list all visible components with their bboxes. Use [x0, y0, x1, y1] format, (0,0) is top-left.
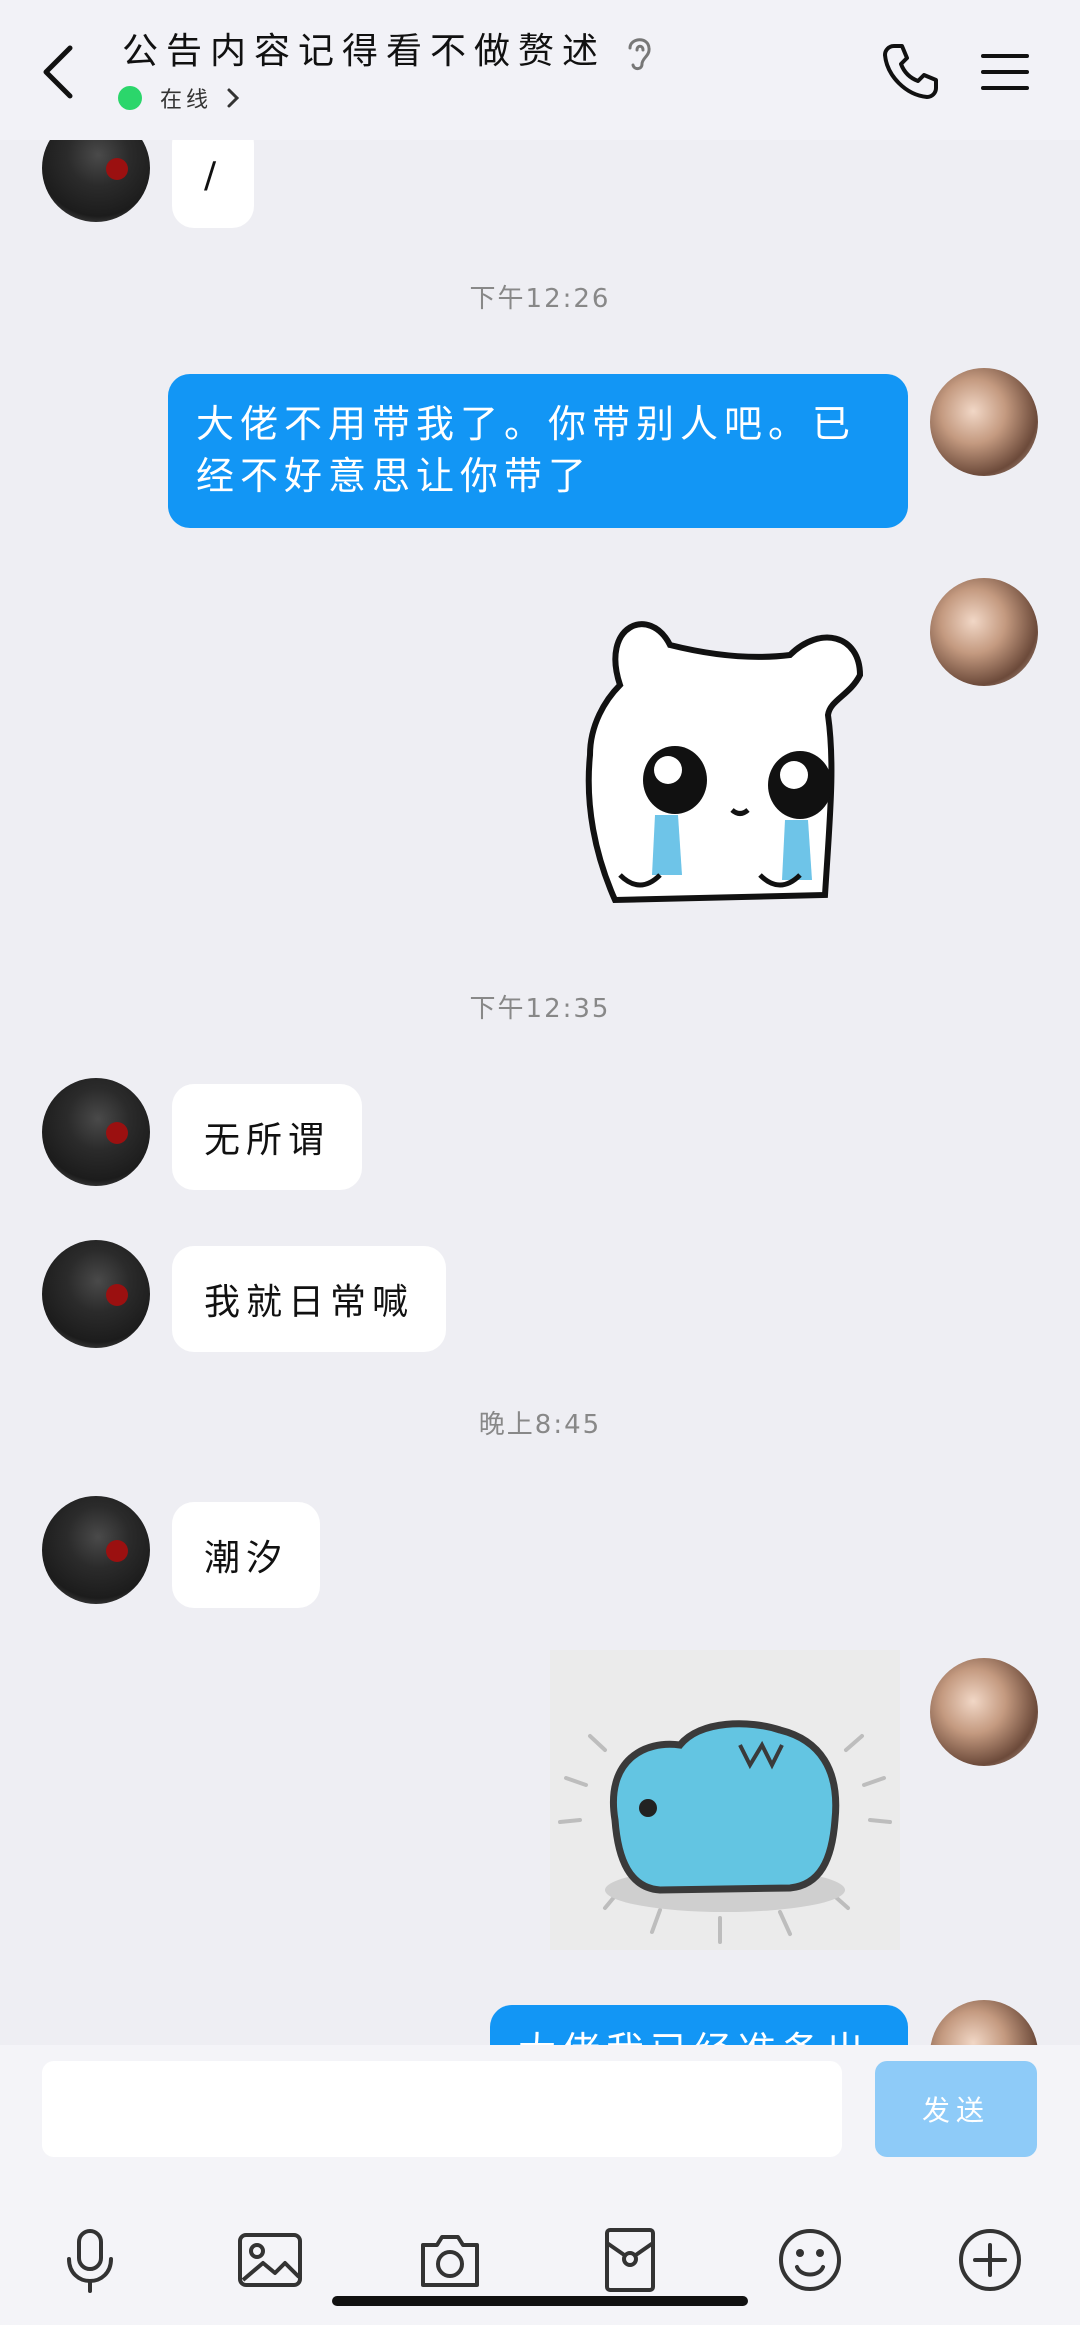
contact-avatar[interactable] [42, 1078, 150, 1186]
ear-icon [628, 38, 651, 71]
message-text: 潮汐 [204, 1538, 289, 1579]
my-avatar[interactable] [930, 2000, 1038, 2045]
message-bubble-incoming[interactable]: 潮汐 [172, 1502, 321, 1608]
home-indicator[interactable] [332, 2296, 748, 2306]
timestamp: 下午12:26 [469, 284, 611, 314]
blue-creature-sticker[interactable] [550, 1650, 900, 1950]
image-icon[interactable] [235, 2225, 305, 2295]
emoji-icon[interactable] [775, 2225, 845, 2295]
send-button[interactable]: 发送 [875, 2061, 1037, 2157]
message-text: 无所谓 [204, 1120, 331, 1161]
message-bubble-incoming[interactable]: 我就日常喊 [172, 1246, 447, 1352]
message-input[interactable] [42, 2061, 842, 2157]
my-avatar[interactable] [930, 368, 1038, 476]
message-bubble-outgoing[interactable]: 大佬不用带我了。你带别人吧。已经不好意思让你带了 [168, 374, 908, 528]
menu-icon[interactable] [980, 52, 1030, 92]
plus-icon[interactable] [955, 2225, 1025, 2295]
chat-area[interactable]: / 下午12:26 大佬不用带我了。你带别人吧。已经不好意思让你带了 下午12:… [0, 0, 1080, 2045]
online-dot [118, 86, 142, 110]
chat-header: 公告内容记得看不做赘述 在线 [0, 0, 1080, 140]
message-text: 我就日常喊 [204, 1282, 415, 1323]
contact-avatar[interactable] [42, 1496, 150, 1604]
camera-icon[interactable] [415, 2225, 485, 2295]
my-avatar[interactable] [930, 1658, 1038, 1766]
phone-icon[interactable] [880, 40, 942, 102]
message-text: 大佬不用带我了。你带别人吧。已经不好意思让你带了 [196, 402, 857, 498]
status-text: 在线 [160, 88, 213, 113]
microphone-icon[interactable] [55, 2225, 125, 2295]
contact-avatar[interactable] [42, 1240, 150, 1348]
crying-rabbit-sticker[interactable] [560, 605, 890, 915]
chevron-right-icon [227, 88, 240, 108]
online-status[interactable]: 在线 [118, 80, 240, 116]
message-bubble-outgoing[interactable]: 大佬我已经准备出行 [490, 2005, 908, 2045]
back-arrow-icon[interactable] [38, 42, 78, 102]
my-avatar[interactable] [930, 578, 1038, 686]
input-bar: 发送 [0, 2045, 1080, 2325]
message-text: / [204, 154, 223, 196]
message-text: 大佬我已经准备出行 [518, 2029, 870, 2045]
message-bubble-incoming[interactable]: 无所谓 [172, 1084, 363, 1190]
red-packet-icon[interactable] [595, 2225, 665, 2295]
timestamp: 晚上8:45 [478, 1410, 602, 1440]
timestamp: 下午12:35 [469, 994, 611, 1024]
chat-title[interactable]: 公告内容记得看不做赘述 [122, 22, 606, 74]
